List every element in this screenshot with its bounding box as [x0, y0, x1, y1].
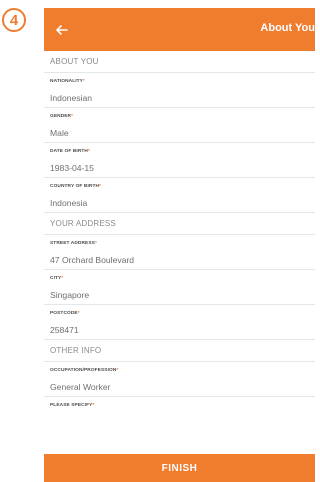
date-of-birth-value[interactable]: 1983-04-15: [44, 159, 315, 177]
page-title: About You: [260, 22, 315, 34]
city-value[interactable]: Singapore: [44, 286, 315, 304]
required-marker: *: [94, 241, 97, 246]
required-marker: *: [71, 114, 74, 119]
street-address-value[interactable]: 47 Orchard Boulevard: [44, 251, 315, 269]
nationality-field[interactable]: NATIONALITY* Indonesian: [44, 73, 315, 108]
please-specify-value[interactable]: [44, 413, 315, 431]
step-number-badge: 4: [2, 8, 26, 32]
header-bar: About You: [44, 8, 315, 51]
country-of-birth-label: COUNTRY OF BIRTH: [50, 184, 100, 189]
nationality-label: NATIONALITY: [50, 79, 83, 84]
required-marker: *: [87, 149, 90, 154]
occupation-label: OCCUPATION/PROFESSION: [50, 368, 117, 373]
required-marker: *: [92, 403, 95, 408]
city-field[interactable]: CITY* Singapore: [44, 270, 315, 305]
phone-screen: About You ABOUT YOU NATIONALITY* Indones…: [44, 8, 315, 482]
required-marker: *: [83, 79, 85, 84]
occupation-value[interactable]: General Worker: [44, 378, 315, 396]
postcode-field[interactable]: POSTCODE* 258471: [44, 305, 315, 340]
date-of-birth-field[interactable]: DATE OF BIRTH* 1983-04-15: [44, 143, 315, 178]
country-of-birth-value[interactable]: Indonesia: [44, 194, 315, 212]
street-address-field[interactable]: STREET ADDRESS* 47 Orchard Boulevard: [44, 235, 315, 270]
required-marker: *: [77, 311, 80, 316]
nationality-value[interactable]: Indonesian: [44, 89, 315, 107]
date-of-birth-label: DATE OF BIRTH: [50, 149, 88, 154]
required-marker: *: [61, 276, 64, 281]
arrow-left-icon[interactable]: [53, 21, 71, 39]
section-other-info: OTHER INFO: [44, 340, 315, 362]
city-label: CITY: [50, 276, 62, 281]
gender-label: GENDER: [50, 114, 72, 119]
postcode-value[interactable]: 258471: [44, 321, 315, 339]
section-about-you: ABOUT YOU: [44, 51, 315, 73]
country-of-birth-field[interactable]: COUNTRY OF BIRTH* Indonesia: [44, 178, 315, 213]
postcode-label: POSTCODE: [50, 311, 78, 316]
gender-value[interactable]: Male: [44, 124, 315, 142]
please-specify-field[interactable]: PLEASE SPECIFY*: [44, 397, 315, 431]
section-your-address: YOUR ADDRESS: [44, 213, 315, 235]
form-content: ABOUT YOU NATIONALITY* Indonesian GENDER…: [44, 51, 315, 454]
required-marker: *: [99, 184, 102, 189]
gender-field[interactable]: GENDER* Male: [44, 108, 315, 143]
required-marker: *: [116, 368, 119, 373]
occupation-field[interactable]: OCCUPATION/PROFESSION* General Worker: [44, 362, 315, 397]
please-specify-label: PLEASE SPECIFY: [50, 403, 93, 408]
finish-button[interactable]: FINISH: [44, 454, 315, 482]
street-address-label: STREET ADDRESS: [50, 241, 95, 246]
